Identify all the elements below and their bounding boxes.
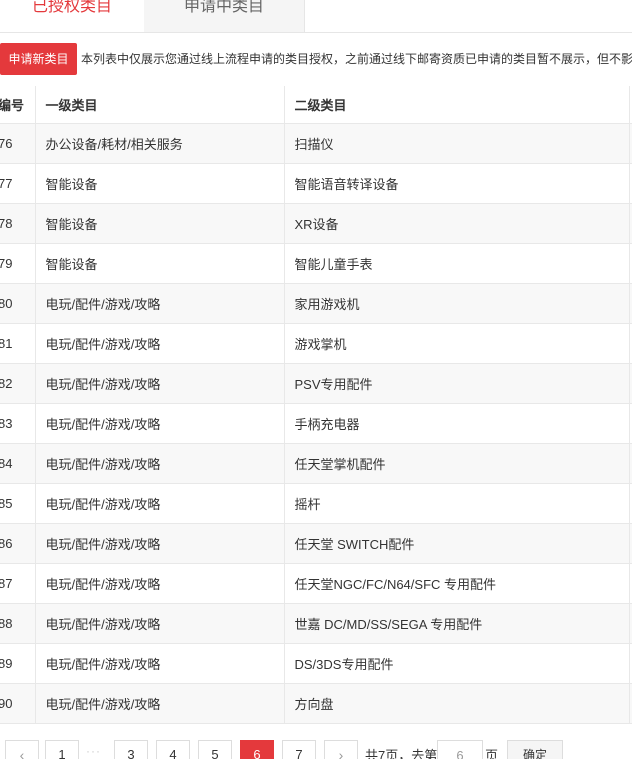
tab-bar: 已授权类目 申请中类目	[0, 0, 632, 33]
cell-secondary-category: 游戏掌机	[284, 323, 630, 364]
cell-secondary-category: 摇杆	[284, 483, 630, 524]
page-button-1[interactable]: 1	[45, 740, 79, 759]
cell-id: 77	[0, 163, 36, 204]
page-button-4[interactable]: 4	[156, 740, 190, 759]
table-row: 80电玩/配件/游戏/攻略家用游戏机	[0, 283, 632, 324]
cell-primary-category: 电玩/配件/游戏/攻略	[35, 483, 285, 524]
cell-secondary-category: 任天堂掌机配件	[284, 443, 630, 484]
table-row: 86电玩/配件/游戏/攻略任天堂 SWITCH配件	[0, 523, 632, 564]
cell-primary-category: 电玩/配件/游戏/攻略	[35, 403, 285, 444]
table-row: 87电玩/配件/游戏/攻略任天堂NGC/FC/N64/SFC 专用配件	[0, 563, 632, 604]
cell-id: 88	[0, 603, 36, 644]
tab-pending-categories[interactable]: 申请中类目	[144, 0, 305, 32]
table-row: 85电玩/配件/游戏/攻略摇杆	[0, 483, 632, 524]
cell-id: 90	[0, 683, 36, 724]
cell-primary-category: 智能设备	[35, 203, 285, 244]
cell-secondary-category: 智能语音转译设备	[284, 163, 630, 204]
notice-text: 本列表中仅展示您通过线上流程申请的类目授权，之前通过线下邮寄资质已申请的类目暂不…	[81, 52, 632, 66]
table-row: 84电玩/配件/游戏/攻略任天堂掌机配件	[0, 443, 632, 484]
cell-primary-category: 电玩/配件/游戏/攻略	[35, 363, 285, 404]
cell-primary-category: 电玩/配件/游戏/攻略	[35, 683, 285, 724]
cell-primary-category: 电玩/配件/游戏/攻略	[35, 323, 285, 364]
header-id: 编号	[0, 86, 36, 124]
table-row: 77智能设备智能语音转译设备	[0, 163, 632, 204]
header-secondary-category: 二级类目	[284, 86, 630, 124]
cell-primary-category: 电玩/配件/游戏/攻略	[35, 283, 285, 324]
cell-id: 79	[0, 243, 36, 284]
notice-row: 申请新类目 本列表中仅展示您通过线上流程申请的类目授权，之前通过线下邮寄资质已申…	[0, 43, 632, 75]
page-suffix-text: 页	[485, 748, 499, 759]
table-row: 76办公设备/耗材/相关服务扫描仪	[0, 123, 632, 164]
tab-authorized-categories[interactable]: 已授权类目	[0, 0, 145, 32]
goto-confirm-button[interactable]: 确定	[507, 740, 563, 759]
table-row: 82电玩/配件/游戏/攻略PSV专用配件	[0, 363, 632, 404]
page-button-3[interactable]: 3	[114, 740, 148, 759]
table-row: 78智能设备XR设备	[0, 203, 632, 244]
cell-primary-category: 电玩/配件/游戏/攻略	[35, 523, 285, 564]
cell-id: 83	[0, 403, 36, 444]
cell-primary-category: 智能设备	[35, 163, 285, 204]
chevron-right-icon: ›	[338, 747, 344, 759]
cell-id: 87	[0, 563, 36, 604]
apply-new-category-button[interactable]: 申请新类目	[0, 43, 77, 75]
cell-primary-category: 电玩/配件/游戏/攻略	[35, 443, 285, 484]
category-table: 编号 一级类目 二级类目 76办公设备/耗材/相关服务扫描仪77智能设备智能语音…	[0, 86, 632, 724]
cell-secondary-category: 家用游戏机	[284, 283, 630, 324]
table-header-row: 编号 一级类目 二级类目	[0, 86, 632, 124]
chevron-left-icon: ‹	[19, 747, 25, 759]
cell-id: 80	[0, 283, 36, 324]
prev-page-button[interactable]: ‹	[5, 740, 39, 759]
page-button-6-current[interactable]: 6	[240, 740, 274, 759]
cell-id: 81	[0, 323, 36, 364]
total-pages-text: 共7页，去第	[365, 748, 438, 759]
cell-id: 89	[0, 643, 36, 684]
cell-id: 86	[0, 523, 36, 564]
cell-id: 82	[0, 363, 36, 404]
cell-secondary-category: 智能儿童手表	[284, 243, 630, 284]
table-row: 81电玩/配件/游戏/攻略游戏掌机	[0, 323, 632, 364]
cell-secondary-category: 任天堂NGC/FC/N64/SFC 专用配件	[284, 563, 630, 604]
cell-id: 78	[0, 203, 36, 244]
table-row: 90电玩/配件/游戏/攻略方向盘	[0, 683, 632, 724]
page-button-7[interactable]: 7	[282, 740, 316, 759]
cell-id: 76	[0, 123, 36, 164]
table-row: 89电玩/配件/游戏/攻略DS/3DS专用配件	[0, 643, 632, 684]
cell-primary-category: 智能设备	[35, 243, 285, 284]
cell-secondary-category: PSV专用配件	[284, 363, 630, 404]
pagination: ‹ 1 ··· 3 4 5 6 7 › 共7页，去第 页 确定	[0, 740, 632, 759]
table-row: 88电玩/配件/游戏/攻略世嘉 DC/MD/SS/SEGA 专用配件	[0, 603, 632, 644]
cell-secondary-category: 世嘉 DC/MD/SS/SEGA 专用配件	[284, 603, 630, 644]
cell-id: 84	[0, 443, 36, 484]
cell-secondary-category: 手柄充电器	[284, 403, 630, 444]
cell-primary-category: 电玩/配件/游戏/攻略	[35, 603, 285, 644]
cell-primary-category: 办公设备/耗材/相关服务	[35, 123, 285, 164]
cell-primary-category: 电玩/配件/游戏/攻略	[35, 643, 285, 684]
cell-id: 85	[0, 483, 36, 524]
cell-secondary-category: 方向盘	[284, 683, 630, 724]
cell-secondary-category: XR设备	[284, 203, 630, 244]
category-table-container: 编号 一级类目 二级类目 76办公设备/耗材/相关服务扫描仪77智能设备智能语音…	[0, 86, 632, 724]
next-page-button[interactable]: ›	[324, 740, 358, 759]
table-row: 83电玩/配件/游戏/攻略手柄充电器	[0, 403, 632, 444]
table-row: 79智能设备智能儿童手表	[0, 243, 632, 284]
pagination-ellipsis: ···	[86, 744, 101, 758]
header-primary-category: 一级类目	[35, 86, 285, 124]
cell-secondary-category: 任天堂 SWITCH配件	[284, 523, 630, 564]
cell-secondary-category: DS/3DS专用配件	[284, 643, 630, 684]
page-button-5[interactable]: 5	[198, 740, 232, 759]
cell-primary-category: 电玩/配件/游戏/攻略	[35, 563, 285, 604]
cell-secondary-category: 扫描仪	[284, 123, 630, 164]
goto-page-input[interactable]	[437, 740, 483, 759]
